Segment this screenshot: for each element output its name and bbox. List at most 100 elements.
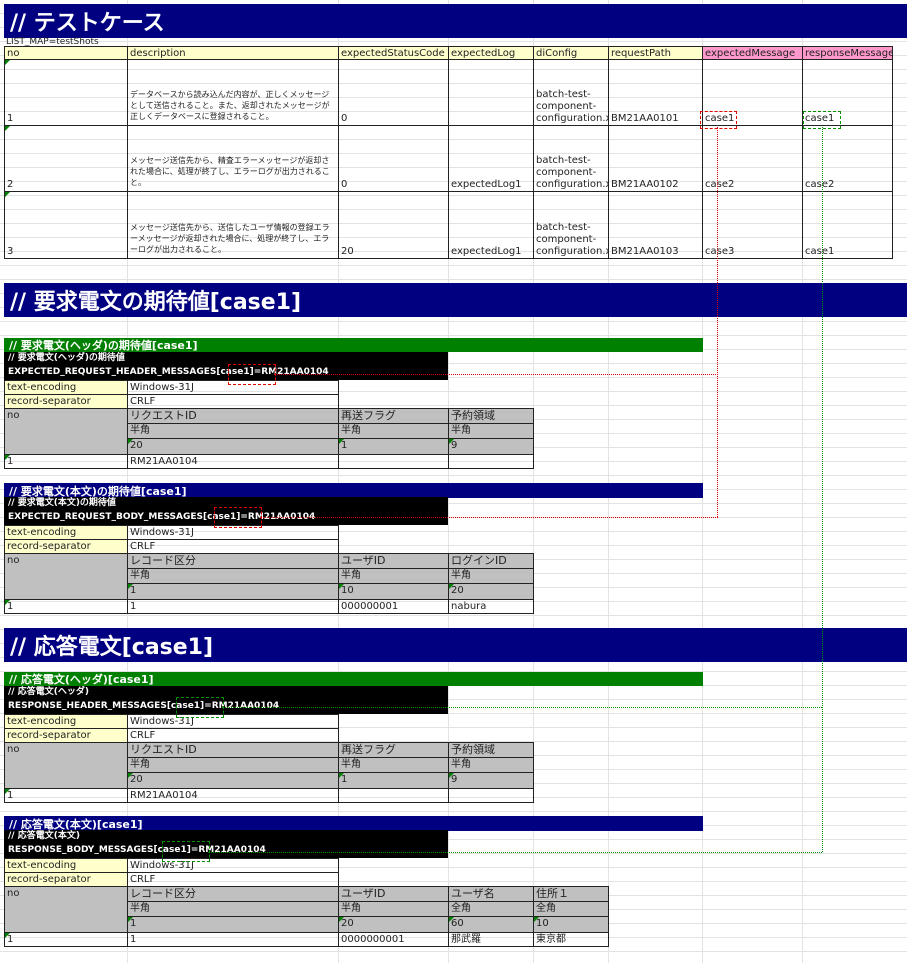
record-separator-value[interactable]: CRLF (127, 872, 339, 887)
req_header-comment: // 要求電文(ヘッダ)の期待値 (4, 352, 448, 366)
field-length-cell[interactable]: 9 (448, 438, 534, 455)
field-length-cell[interactable]: 1 (338, 772, 449, 789)
field-length-cell[interactable]: 60 (448, 916, 534, 933)
testcase-cell-path[interactable]: BM21AA0103 (608, 191, 703, 259)
testcase-header-cell[interactable]: description (127, 46, 339, 60)
comment-marker-icon (5, 60, 10, 65)
testcase-header-cell[interactable]: diConfig (533, 46, 609, 60)
data-cell[interactable]: RM21AA0104 (127, 454, 339, 469)
field-length-cell[interactable]: 20 (127, 438, 339, 455)
field-name-header[interactable]: リクエストID (127, 408, 339, 424)
field-name-header[interactable]: リクエストID (127, 742, 339, 758)
field-type-cell[interactable]: 半角 (127, 423, 339, 439)
testcase-cell-description[interactable]: メッセージ送信先から、送信したユーザ情報の登録エラーメッセージが返却された場合に… (127, 191, 339, 259)
data-cell[interactable] (448, 454, 534, 469)
testcase-cell-log[interactable]: expectedLog1 (448, 125, 534, 192)
testcase-cell-description[interactable]: データベースから読み込んだ内容が、正しくメッセージとして送信されること。また、返… (127, 59, 339, 126)
comment-marker-icon (128, 439, 133, 444)
field-length-cell[interactable]: 9 (448, 772, 534, 789)
data-cell[interactable]: 1 (127, 599, 339, 614)
field-name-header[interactable]: 住所１ (533, 886, 609, 902)
testcase-cell-path[interactable]: BM21AA0101 (608, 59, 703, 126)
comment-marker-icon (339, 773, 344, 778)
testcase-cell-status[interactable]: 0 (338, 59, 449, 126)
testcase-cell-log[interactable] (448, 59, 534, 126)
data-cell[interactable] (448, 788, 534, 803)
field-name-header[interactable]: ログインID (448, 553, 534, 569)
testcase-cell-no[interactable]: 2 (4, 125, 128, 192)
text-encoding-value[interactable]: Windows-31J (127, 858, 339, 873)
data-cell[interactable]: nabura (448, 599, 534, 614)
testcase-header-cell[interactable]: expectedLog (448, 46, 534, 60)
field-type-cell[interactable]: 半角 (338, 423, 449, 439)
record-separator-value[interactable]: CRLF (127, 728, 339, 743)
field-name-header[interactable]: ユーザID (338, 886, 449, 902)
testcase-header-cell[interactable]: responseMessage (802, 46, 893, 60)
field-length-cell[interactable]: 1 (338, 438, 449, 455)
field-type-cell[interactable]: 半角 (338, 757, 449, 773)
data-cell[interactable]: 1 (127, 932, 339, 947)
field-type-cell[interactable]: 半角 (127, 568, 339, 584)
field-type-cell[interactable]: 半角 (448, 568, 534, 584)
testcase-cell-response[interactable]: case2 (802, 125, 893, 192)
testcase-cell-log[interactable]: expectedLog1 (448, 191, 534, 259)
field-name-header[interactable]: レコード区分 (127, 886, 339, 902)
testcase-header-cell[interactable]: expectedStatusCode (338, 46, 449, 60)
field-length-cell[interactable]: 20 (127, 772, 339, 789)
field-length-cell[interactable]: 10 (533, 916, 609, 933)
message-key: EXPECTED_REQUEST_BODY_MESSAGES (8, 512, 203, 522)
comment-marker-icon (128, 917, 133, 922)
data-cell[interactable]: 1 (4, 454, 128, 469)
data-cell[interactable]: RM21AA0104 (127, 788, 339, 803)
field-type-cell[interactable]: 半角 (448, 757, 534, 773)
field-type-cell[interactable]: 半角 (127, 757, 339, 773)
data-cell[interactable]: 1 (4, 788, 128, 803)
text-encoding-label: text-encoding (4, 525, 128, 540)
field-name-header[interactable]: 予約領域 (448, 408, 534, 424)
testcase-cell-no[interactable]: 1 (4, 59, 128, 126)
field-length-cell[interactable]: 20 (448, 583, 534, 600)
testcase-header-cell[interactable]: no (4, 46, 128, 60)
field-name-header[interactable]: 予約領域 (448, 742, 534, 758)
testcase-cell-status[interactable]: 0 (338, 125, 449, 192)
testcase-header-cell[interactable]: requestPath (608, 46, 703, 60)
data-cell[interactable] (338, 454, 449, 469)
field-type-cell[interactable]: 半角 (338, 901, 449, 917)
field-length-cell[interactable]: 1 (127, 916, 339, 933)
field-type-cell[interactable]: 半角 (448, 423, 534, 439)
testcase-cell-diconfig[interactable]: batch-test-component-configuration.xml (533, 59, 609, 126)
testcase-header-cell[interactable]: expectedMessage (702, 46, 803, 60)
data-cell[interactable]: 1 (4, 599, 128, 614)
testcase-cell-diconfig[interactable]: batch-test-component-configuration.xml (533, 125, 609, 192)
text-encoding-value[interactable]: Windows-31J (127, 714, 339, 729)
record-separator-value[interactable]: CRLF (127, 394, 339, 409)
testcase-cell-description[interactable]: メッセージ送信先から、精査エラーメッセージが返却された場合に、処理が終了し、エラ… (127, 125, 339, 192)
data-cell[interactable]: 0000000001 (338, 932, 449, 947)
field-type-cell[interactable]: 全角 (533, 901, 609, 917)
res_body-key-row[interactable]: RESPONSE_BODY_MESSAGES[case1]=RM21AA0104 (4, 844, 448, 858)
testcase-cell-path[interactable]: BM21AA0102 (608, 125, 703, 192)
testcase-cell-diconfig[interactable]: batch-test-component-configuration.xml (533, 191, 609, 259)
field-name-header[interactable]: ユーザID (338, 553, 449, 569)
data-cell[interactable]: 東京都 (533, 932, 609, 947)
data-cell[interactable]: 1 (4, 932, 128, 947)
field-name-header[interactable]: 再送フラグ (338, 742, 449, 758)
testcase-cell-response[interactable]: case1 (802, 191, 893, 259)
field-name-header[interactable]: 再送フラグ (338, 408, 449, 424)
field-length-cell[interactable]: 20 (338, 916, 449, 933)
field-type-cell[interactable]: 半角 (338, 568, 449, 584)
record-separator-value[interactable]: CRLF (127, 539, 339, 554)
req_header-key-row[interactable]: EXPECTED_REQUEST_HEADER_MESSAGES[case1]=… (4, 366, 448, 380)
field-type-cell[interactable]: 半角 (127, 901, 339, 917)
testcase-cell-status[interactable]: 20 (338, 191, 449, 259)
field-type-cell[interactable]: 全角 (448, 901, 534, 917)
testcase-cell-no[interactable]: 3 (4, 191, 128, 259)
field-length-cell[interactable]: 10 (338, 583, 449, 600)
field-name-header[interactable]: ユーザ名 (448, 886, 534, 902)
data-cell[interactable]: 000000001 (338, 599, 449, 614)
data-cell[interactable] (338, 788, 449, 803)
data-cell[interactable]: 那武羅 (448, 932, 534, 947)
comment-marker-icon (5, 192, 10, 197)
field-name-header[interactable]: レコード区分 (127, 553, 339, 569)
field-length-cell[interactable]: 1 (127, 583, 339, 600)
